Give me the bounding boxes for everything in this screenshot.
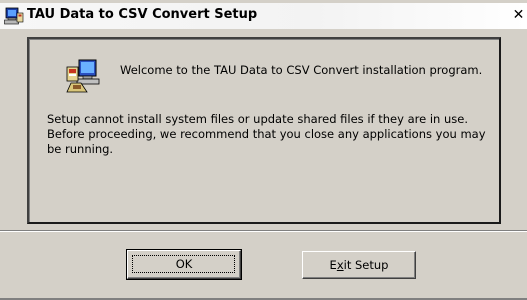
setup-dialog: TAU Data to CSV Convert Setup ✕ Welcome … <box>0 0 527 300</box>
welcome-message: Welcome to the TAU Data to CSV Convert i… <box>120 63 483 77</box>
close-icon: ✕ <box>512 7 525 23</box>
close-button[interactable]: ✕ <box>510 6 527 24</box>
ok-button-label: OK <box>175 257 193 271</box>
welcome-panel: Welcome to the TAU Data to CSV Convert i… <box>27 37 501 224</box>
ok-button[interactable]: OK <box>126 249 242 280</box>
exit-label-mnemonic: x <box>336 258 344 272</box>
exit-setup-button[interactable]: Exit Setup <box>302 251 416 279</box>
setup-computer-icon <box>4 7 24 25</box>
exit-label-suffix: it Setup <box>343 258 389 272</box>
title-bar[interactable]: TAU Data to CSV Convert Setup ✕ <box>0 3 527 29</box>
exit-label-prefix: E <box>329 258 337 272</box>
separator-highlight <box>0 231 527 232</box>
window-title: TAU Data to CSV Convert Setup <box>27 7 258 22</box>
setup-computer-icon <box>66 59 100 93</box>
info-message: Setup cannot install system files or upd… <box>47 112 486 156</box>
